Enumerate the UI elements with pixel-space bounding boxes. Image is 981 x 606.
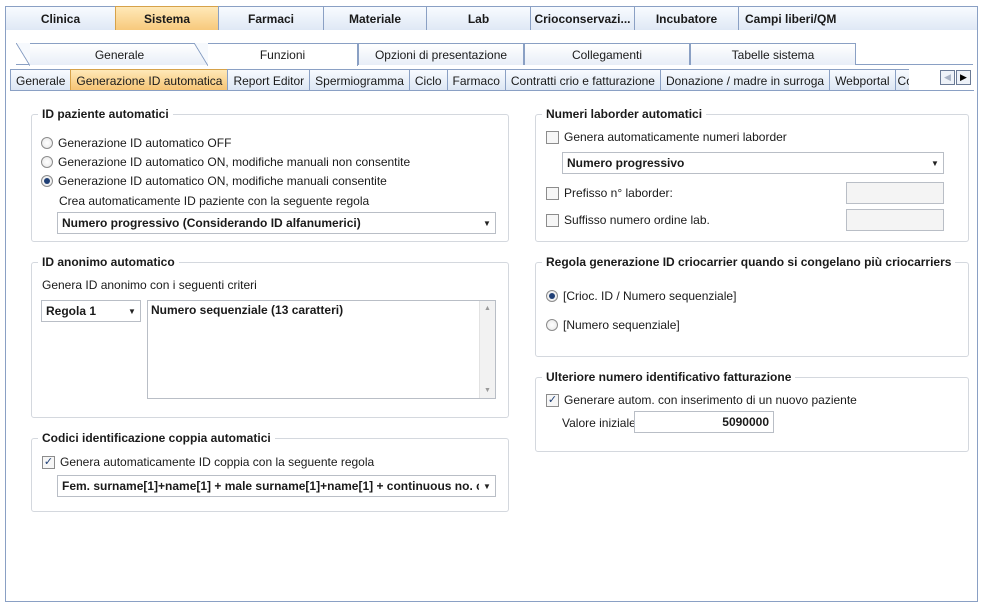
tab-campi-liberi[interactable]: Campi liberi/QM [738,6,978,30]
start-value-label: Valore iniziale [562,416,636,430]
chevron-down-icon: ▼ [931,158,939,168]
tab-farmaci[interactable]: Farmaci [218,6,323,30]
group-fatturazione: Ulteriore numero identificativo fatturaz… [535,370,969,452]
checkbox-label: Generare autom. con inserimento di un nu… [564,393,857,407]
tab-report-editor[interactable]: Report Editor [227,69,310,90]
chevron-down-icon: ▼ [128,306,136,316]
paziente-rule-select[interactable]: Numero progressivo (Considerando ID alfa… [57,212,496,234]
group-id-paziente: ID paziente automatici Generazione ID au… [31,107,509,242]
select-value: Numero progressivo (Considerando ID alfa… [62,216,361,230]
subtab-tabelle-sistema[interactable]: Tabelle sistema [690,43,856,65]
group-title: Regola generazione ID criocarrier quando… [542,255,956,269]
radio-label: [Numero sequenziale] [563,318,680,332]
select-value: Numero progressivo [567,156,685,170]
checkbox-checked-icon[interactable]: ✓ [546,393,559,407]
tab-donazione[interactable]: Donazione / madre in surroga [659,69,830,90]
radio-icon-selected[interactable] [41,175,53,187]
checkbox-label: Prefisso n° laborder: [564,186,673,200]
checkbox-label: Genera automaticamente numeri laborder [564,130,787,144]
tab-sistema[interactable]: Sistema [115,6,218,30]
third-tab-bar: Generale Generazione ID automatica Repor… [10,69,974,91]
rule-label: Crea automaticamente ID paziente con la … [59,194,370,208]
group-criocarrier: Regola generazione ID criocarrier quando… [535,255,969,357]
group-id-anonimo: ID anonimo automatico Genera ID anonimo … [31,255,509,418]
radio-row-on-manual[interactable]: Generazione ID automatico ON, modifiche … [41,174,387,188]
radio-label: Generazione ID automatico OFF [58,136,232,150]
suffix-checkbox-row[interactable]: Suffisso numero ordine lab. [546,213,710,227]
chevron-down-icon: ▼ [483,481,491,491]
tab-generale[interactable]: Generale [10,69,71,90]
tab-clinica[interactable]: Clinica [5,6,115,30]
tab-scroll-right-icon[interactable]: ▶ [956,70,971,85]
coppia-checkbox-row[interactable]: ✓ Genera automaticamente ID coppia con l… [42,455,374,469]
scroll-up-icon[interactable]: ▲ [480,301,495,316]
anonimo-rule-select[interactable]: Regola 1 ▼ [41,300,141,322]
criteria-label: Genera ID anonimo con i seguenti criteri [42,278,257,292]
prefix-input[interactable] [846,182,944,204]
radio-label: [Crioc. ID / Numero sequenziale] [563,289,737,303]
suffix-input[interactable] [846,209,944,231]
tab-incubatore[interactable]: Incubatore [634,6,738,30]
list-item[interactable]: Numero sequenziale (13 caratteri) [151,303,343,317]
radio-icon-selected[interactable] [546,290,558,302]
checkbox-icon[interactable] [546,213,559,227]
start-value-input[interactable]: 5090000 [634,411,774,433]
tab-lab[interactable]: Lab [426,6,530,30]
tab-scroll-left-icon[interactable]: ◀ [940,70,955,85]
radio-icon[interactable] [41,137,53,149]
group-title: Codici identificazione coppia automatici [38,431,275,445]
subtab-opzioni-presentazione[interactable]: Opzioni di presentazione [358,43,524,65]
prefix-checkbox-row[interactable]: Prefisso n° laborder: [546,186,673,200]
group-title: ID paziente automatici [38,107,173,121]
checkbox-icon[interactable] [546,130,559,144]
checkbox-label: Genera automaticamente ID coppia con la … [60,455,375,469]
subtab-funzioni[interactable]: Funzioni [194,43,358,66]
scroll-down-icon[interactable]: ▼ [480,383,495,398]
anonimo-rule-list[interactable]: Numero sequenziale (13 caratteri) ▲ ▼ [147,300,496,399]
tab-spermiogramma[interactable]: Spermiogramma [309,69,409,90]
radio-icon[interactable] [41,156,53,168]
radio-label: Generazione ID automatico ON, modifiche … [58,174,387,188]
top-tab-bar: Clinica Sistema Farmaci Materiale Lab Cr… [5,6,978,30]
sub-tab-bar: Generale Funzioni Opzioni di presentazio… [16,43,973,66]
subtab-generale[interactable]: Generale [16,43,210,66]
group-title: Ulteriore numero identificativo fatturaz… [542,370,796,384]
checkbox-label: Suffisso numero ordine lab. [564,213,710,227]
tab-webportal[interactable]: Webportal [829,69,895,90]
select-value: Fem. surname[1]+name[1] + male surname[1… [62,479,479,493]
crio-radio-row-1[interactable]: [Crioc. ID / Numero sequenziale] [546,289,736,303]
coppia-rule-select[interactable]: Fem. surname[1]+name[1] + male surname[1… [57,475,496,497]
radio-label: Generazione ID automatico ON, modifiche … [58,155,411,169]
checkbox-icon[interactable] [546,186,559,200]
tab-scroll-arrows: ◀ ▶ [940,70,971,85]
tab-farmaco[interactable]: Farmaco [446,69,505,90]
radio-icon[interactable] [546,319,558,331]
group-codici-coppia: Codici identificazione coppia automatici… [31,431,509,512]
laborder-checkbox-row[interactable]: Genera automaticamente numeri laborder [546,130,787,144]
tab-cut-off[interactable]: Co [894,69,909,90]
tab-crioconservazione[interactable]: Crioconservazi... [530,6,634,30]
select-value: Regola 1 [46,304,97,318]
tab-contratti-crio[interactable]: Contratti crio e fatturazione [504,69,660,90]
group-title: ID anonimo automatico [38,255,179,269]
radio-row-on-no-manual[interactable]: Generazione ID automatico ON, modifiche … [41,155,410,169]
crio-radio-row-2[interactable]: [Numero sequenziale] [546,318,680,332]
checkbox-checked-icon[interactable]: ✓ [42,455,55,469]
subtab-collegamenti[interactable]: Collegamenti [524,43,690,65]
laborder-select[interactable]: Numero progressivo ▼ [562,152,944,174]
tab-generazione-id[interactable]: Generazione ID automatica [70,69,228,90]
group-title: Numeri laborder automatici [542,107,707,121]
tab-ciclo[interactable]: Ciclo [408,69,447,90]
radio-row-off[interactable]: Generazione ID automatico OFF [41,136,231,150]
group-laborder: Numeri laborder automatici Genera automa… [535,107,969,242]
tab-materiale[interactable]: Materiale [323,6,426,30]
list-scrollbar[interactable]: ▲ ▼ [479,301,495,398]
fatturazione-checkbox-row[interactable]: ✓ Generare autom. con inserimento di un … [546,393,857,407]
chevron-down-icon: ▼ [483,218,491,228]
